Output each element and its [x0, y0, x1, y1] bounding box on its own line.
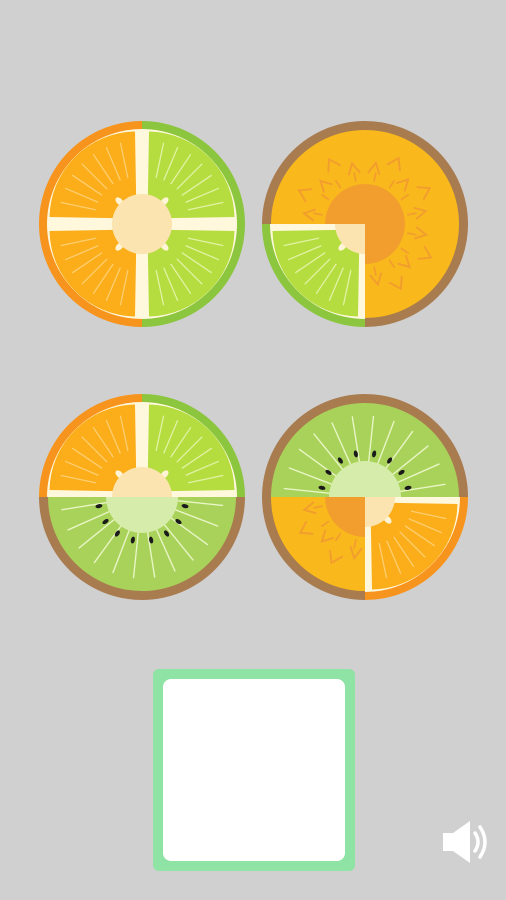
lime-quadrant: [142, 121, 245, 224]
melon-quadrant: [365, 121, 468, 224]
kiwi-quadrant: [39, 497, 142, 600]
fruit-circle-icon: [262, 394, 468, 600]
orange-quadrant: [39, 224, 142, 327]
speaker-icon: [443, 821, 487, 863]
kiwi-quadrant: [365, 394, 468, 497]
sound-toggle-button[interactable]: [440, 818, 494, 866]
fruit-circle-icon: [39, 121, 245, 327]
kiwi-quadrant: [262, 394, 365, 497]
fruit-tile-2[interactable]: [260, 119, 470, 329]
melon-quadrant: [262, 497, 365, 600]
orange-quadrant: [39, 394, 142, 497]
lime-quadrant: [142, 224, 245, 327]
kiwi-quadrant: [142, 497, 245, 600]
lime-quadrant: [142, 394, 245, 497]
fruit-tile-3[interactable]: [37, 392, 247, 602]
orange-quadrant: [39, 121, 142, 224]
fruit-circle-icon: [39, 394, 245, 600]
fruit-tile-4[interactable]: [260, 392, 470, 602]
lime-quadrant: [262, 224, 365, 327]
orange-quadrant: [365, 497, 468, 600]
answer-slot-blank: [163, 679, 345, 861]
fruit-circle-icon: [262, 121, 468, 327]
answer-drop-slot[interactable]: [153, 669, 355, 871]
melon-quadrant: [262, 121, 365, 224]
melon-quadrant: [365, 224, 468, 327]
fruit-tile-1[interactable]: [37, 119, 247, 329]
